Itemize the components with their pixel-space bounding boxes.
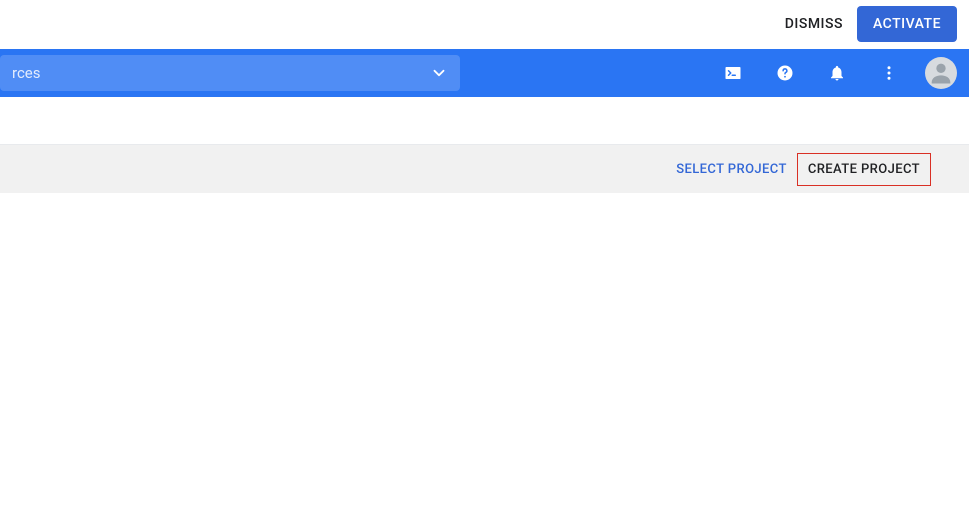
search-text: rces xyxy=(12,64,41,82)
activate-button[interactable]: ACTIVATE xyxy=(857,6,957,42)
sub-bar xyxy=(0,97,969,144)
chevron-down-icon xyxy=(430,64,448,82)
more-icon[interactable] xyxy=(869,53,909,93)
top-banner: DISMISS ACTIVATE xyxy=(0,0,969,49)
avatar[interactable] xyxy=(925,57,957,89)
create-project-button[interactable]: CREATE PROJECT xyxy=(797,153,931,186)
help-icon[interactable] xyxy=(765,53,805,93)
dismiss-button[interactable]: DISMISS xyxy=(783,8,845,40)
action-bar: SELECT PROJECT CREATE PROJECT xyxy=(0,145,969,193)
search-dropdown[interactable]: rces xyxy=(0,55,460,91)
notifications-icon[interactable] xyxy=(817,53,857,93)
cloud-shell-icon[interactable] xyxy=(713,53,753,93)
select-project-button[interactable]: SELECT PROJECT xyxy=(672,154,791,185)
header-bar: rces xyxy=(0,49,969,97)
